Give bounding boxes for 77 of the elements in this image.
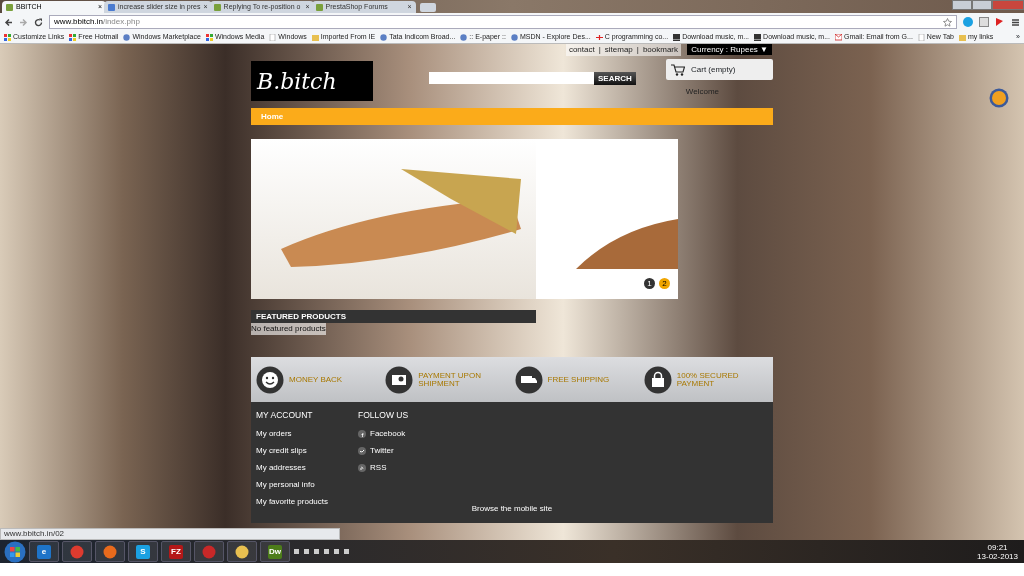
- globe-icon: [510, 33, 518, 41]
- welcome-text: Welcome: [685, 86, 719, 98]
- empty-message: No featured products: [251, 323, 326, 335]
- favicon-icon: [213, 3, 221, 11]
- dreamweaver-icon: Dw: [268, 544, 282, 559]
- footer-link[interactable]: My favorite products: [256, 495, 329, 508]
- separator: |: [598, 44, 601, 56]
- address-field[interactable]: www.bbitch.in/index.php: [49, 15, 957, 29]
- truck-icon: [514, 365, 543, 394]
- favicon-icon: [315, 3, 323, 11]
- globe-icon: [460, 33, 468, 41]
- start-button[interactable]: [4, 540, 26, 563]
- windows-logo-icon: [205, 33, 213, 41]
- star-icon[interactable]: [943, 17, 952, 27]
- windows-logo-icon: [69, 33, 77, 41]
- footer-link[interactable]: My addresses: [256, 461, 329, 474]
- footer-link[interactable]: My personal info: [256, 478, 329, 491]
- padlock-icon: [643, 365, 672, 394]
- taskbar-app[interactable]: e: [29, 541, 59, 562]
- header-link[interactable]: contact: [568, 44, 595, 56]
- mobile-site-link[interactable]: Browse the mobile site: [471, 503, 553, 515]
- plus-icon: [595, 33, 603, 41]
- footer-link[interactable]: My orders: [256, 427, 329, 440]
- feature-label: FREE SHIPPING: [547, 375, 611, 384]
- header-link[interactable]: bookmark: [642, 44, 678, 56]
- currency-selector[interactable]: Currency : Rupees ▼: [687, 44, 772, 55]
- cart-panel[interactable]: Cart (empty): [666, 59, 773, 80]
- feature-label: PAYMENT UPON SHIPMENT: [418, 371, 482, 388]
- search-button[interactable]: SEARCH: [594, 72, 636, 85]
- social-link[interactable]: RSS: [358, 461, 409, 474]
- computer-icon: [754, 33, 762, 41]
- social-link[interactable]: Facebook: [358, 427, 409, 440]
- social-link[interactable]: Twitter: [358, 444, 409, 457]
- cart-icon: [671, 63, 685, 76]
- forward-icon[interactable]: [19, 17, 28, 27]
- header-link[interactable]: sitemap: [604, 44, 633, 56]
- footer-link[interactable]: My credit slips: [256, 444, 329, 457]
- computer-icon: [673, 33, 681, 41]
- globe-icon: [380, 33, 388, 41]
- status-url: www.bbitch.in/02: [0, 528, 340, 540]
- globe-icon: [123, 33, 131, 41]
- slider-page-dot[interactable]: 2: [659, 278, 670, 289]
- section-heading: FEATURED PRODUCTS: [251, 310, 536, 323]
- taskbar-app[interactable]: [95, 541, 125, 562]
- taskbar-app[interactable]: [62, 541, 92, 562]
- taskbar-app[interactable]: [227, 541, 257, 562]
- new-tab-button[interactable]: [419, 3, 436, 12]
- taskbar-app[interactable]: Dw: [260, 541, 290, 562]
- smiley-icon: [256, 365, 284, 394]
- slider-page-dot[interactable]: 1: [644, 278, 655, 289]
- site-logo[interactable]: B.bitch: [251, 61, 373, 101]
- footer-heading: MY ACCOUNT: [256, 409, 314, 422]
- skype-icon: S: [136, 544, 150, 559]
- favicon-icon: [108, 3, 115, 11]
- search-field[interactable]: [429, 72, 594, 84]
- feature-label: MONEY BACK: [289, 375, 344, 384]
- minimize-button[interactable]: [952, 0, 972, 10]
- feature-label: 100% SECURED PAYMENT: [676, 371, 740, 388]
- back-icon[interactable]: [4, 17, 13, 27]
- browser-icon: e: [37, 544, 51, 559]
- card-icon: [385, 365, 414, 394]
- clock-time: 09:21: [986, 542, 1009, 552]
- separator: |: [636, 44, 639, 56]
- favicon-icon: [6, 3, 13, 11]
- reload-icon[interactable]: [34, 17, 43, 27]
- cart-label: Cart (empty): [691, 63, 736, 76]
- filezilla-icon: FZ: [169, 544, 183, 559]
- windows-logo-icon: [4, 33, 11, 41]
- taskbar-app[interactable]: FZ: [161, 541, 191, 562]
- clock-date: 13-02-2013: [977, 551, 1018, 561]
- url-text: www.bbitch.in/index.php: [54, 16, 140, 28]
- maximize-button[interactable]: [972, 0, 992, 10]
- footer-heading: FOLLOW US: [358, 409, 409, 422]
- rss-icon: [358, 463, 367, 472]
- menu-icon[interactable]: [1011, 17, 1020, 27]
- facebook-icon: [358, 429, 367, 438]
- bird-icon: [358, 446, 367, 455]
